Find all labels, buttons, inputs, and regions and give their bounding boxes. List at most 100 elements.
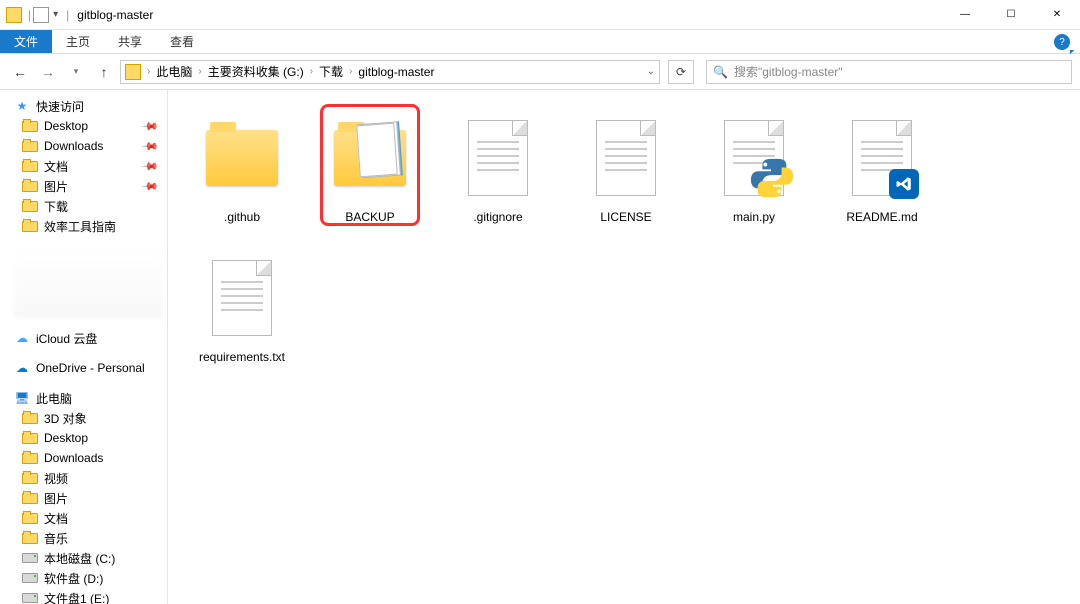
file-item[interactable]: BACKUP: [306, 104, 434, 244]
close-button[interactable]: ✕: [1034, 0, 1080, 30]
tab-view[interactable]: 查看: [156, 30, 208, 53]
folder-icon: [22, 413, 38, 424]
folder-icon: [22, 433, 38, 444]
up-button[interactable]: ↑: [92, 60, 116, 84]
sidebar-item[interactable]: Desktop: [0, 428, 167, 448]
onedrive-icon: ☁: [14, 360, 30, 376]
qat-slot[interactable]: [33, 7, 49, 23]
minimize-button[interactable]: —: [942, 0, 988, 30]
recent-dropdown-icon[interactable]: ▾: [64, 60, 88, 84]
file-icon: [724, 120, 784, 196]
file-label: .github: [224, 210, 260, 224]
search-input[interactable]: 🔍 搜索"gitblog-master": [706, 60, 1072, 84]
back-button[interactable]: ←: [8, 60, 32, 84]
sidebar-item[interactable]: Desktop📌: [0, 116, 167, 136]
title-sep2: |: [66, 8, 69, 22]
file-label: requirements.txt: [199, 350, 285, 364]
file-label: README.md: [846, 210, 917, 224]
crumb-downloads[interactable]: 下载: [315, 61, 347, 82]
vscode-icon: [889, 169, 919, 199]
folder-icon: [22, 513, 38, 524]
file-label: BACKUP: [345, 210, 394, 224]
sidebar-item[interactable]: 效率工具指南: [0, 216, 167, 236]
refresh-button[interactable]: ⟳: [668, 60, 694, 84]
sidebar-item[interactable]: 文件盘1 (E:): [0, 588, 167, 604]
sidebar-item[interactable]: 图片: [0, 488, 167, 508]
folder-icon: [22, 141, 38, 152]
file-item[interactable]: main.py: [690, 104, 818, 244]
help-dropdown-icon[interactable]: ?: [1054, 34, 1070, 50]
sidebar-this-pc[interactable]: 🖥此电脑: [0, 388, 167, 408]
sidebar-item[interactable]: 文档: [0, 508, 167, 528]
file-item[interactable]: .github: [178, 104, 306, 244]
quick-access-toolbar: ▾: [33, 7, 64, 23]
sidebar-onedrive[interactable]: ☁OneDrive - Personal: [0, 358, 167, 378]
navigation-bar: ← → ▾ ↑ › 此电脑 › 主要资料收集 (G:) › 下载 › gitbl…: [0, 54, 1080, 90]
file-icon: [468, 120, 528, 196]
address-bar[interactable]: › 此电脑 › 主要资料收集 (G:) › 下载 › gitblog-maste…: [120, 60, 660, 84]
tab-home[interactable]: 主页: [52, 30, 104, 53]
search-icon: 🔍: [713, 65, 728, 79]
folder-icon: [22, 493, 38, 504]
window-title: gitblog-master: [77, 8, 153, 22]
file-icon: [212, 260, 272, 336]
pc-icon: 🖥: [14, 390, 30, 406]
forward-button[interactable]: →: [36, 60, 60, 84]
folder-icon: [206, 130, 278, 186]
chevron-right-icon[interactable]: ›: [310, 66, 313, 77]
file-label: .gitignore: [473, 210, 522, 224]
folder-icon: [22, 473, 38, 484]
search-placeholder: 搜索"gitblog-master": [734, 63, 843, 80]
sidebar-item[interactable]: 软件盘 (D:): [0, 568, 167, 588]
chevron-right-icon[interactable]: ›: [147, 66, 150, 77]
sidebar-item[interactable]: 视频: [0, 468, 167, 488]
folder-icon: [22, 121, 38, 132]
sidebar-blurred-region: [14, 246, 163, 318]
folder-icon: [22, 161, 38, 172]
drive-icon: [22, 553, 38, 563]
sidebar-item[interactable]: Downloads: [0, 448, 167, 468]
sidebar-icloud[interactable]: ☁iCloud 云盘: [0, 328, 167, 348]
file-icon: [596, 120, 656, 196]
sidebar-quick-access[interactable]: ★快速访问: [0, 96, 167, 116]
file-label: main.py: [733, 210, 775, 224]
python-icon: [749, 155, 795, 201]
file-item[interactable]: .gitignore: [434, 104, 562, 244]
folder-icon: [22, 181, 38, 192]
file-label: LICENSE: [600, 210, 651, 224]
folder-icon: [22, 453, 38, 464]
maximize-button[interactable]: ☐: [988, 0, 1034, 30]
file-icon: [852, 120, 912, 196]
drive-icon: [22, 593, 38, 603]
title-bar: | ▾ | gitblog-master — ☐ ✕: [0, 0, 1080, 30]
file-list-pane[interactable]: .github BACKUP .gitignore LICENSE main.py REA…: [168, 90, 1080, 604]
title-sep: |: [28, 8, 31, 22]
crumb-current[interactable]: gitblog-master: [354, 63, 438, 81]
chevron-right-icon[interactable]: ›: [349, 66, 352, 77]
folder-icon: [22, 221, 38, 232]
qat-dropdown-icon[interactable]: ▾: [53, 9, 58, 20]
pin-icon: 📌: [141, 117, 160, 136]
sidebar-item[interactable]: 文档📌: [0, 156, 167, 176]
crumb-pc[interactable]: 此电脑: [152, 61, 196, 82]
pin-icon: 📌: [141, 157, 160, 176]
crumb-drive[interactable]: 主要资料收集 (G:): [204, 61, 308, 82]
sidebar-item[interactable]: Downloads📌: [0, 136, 167, 156]
file-item[interactable]: requirements.txt: [178, 244, 306, 384]
sidebar-item[interactable]: 下载: [0, 196, 167, 216]
file-item[interactable]: LICENSE: [562, 104, 690, 244]
tab-file[interactable]: 文件: [0, 30, 52, 53]
tab-share[interactable]: 共享: [104, 30, 156, 53]
pin-icon: 📌: [141, 137, 160, 156]
file-item[interactable]: README.md: [818, 104, 946, 244]
sidebar-item[interactable]: 音乐: [0, 528, 167, 548]
folder-icon: [22, 201, 38, 212]
sidebar-item[interactable]: 图片📌: [0, 176, 167, 196]
folder-icon: [334, 130, 406, 186]
navigation-pane: ★快速访问 Desktop📌Downloads📌文档📌图片📌下载效率工具指南 ☁…: [0, 90, 168, 604]
sidebar-item[interactable]: 3D 对象: [0, 408, 167, 428]
sidebar-item[interactable]: 本地磁盘 (C:): [0, 548, 167, 568]
folder-icon: [6, 7, 22, 23]
chevron-right-icon[interactable]: ›: [198, 66, 201, 77]
address-dropdown-icon[interactable]: ⌄: [647, 66, 655, 77]
